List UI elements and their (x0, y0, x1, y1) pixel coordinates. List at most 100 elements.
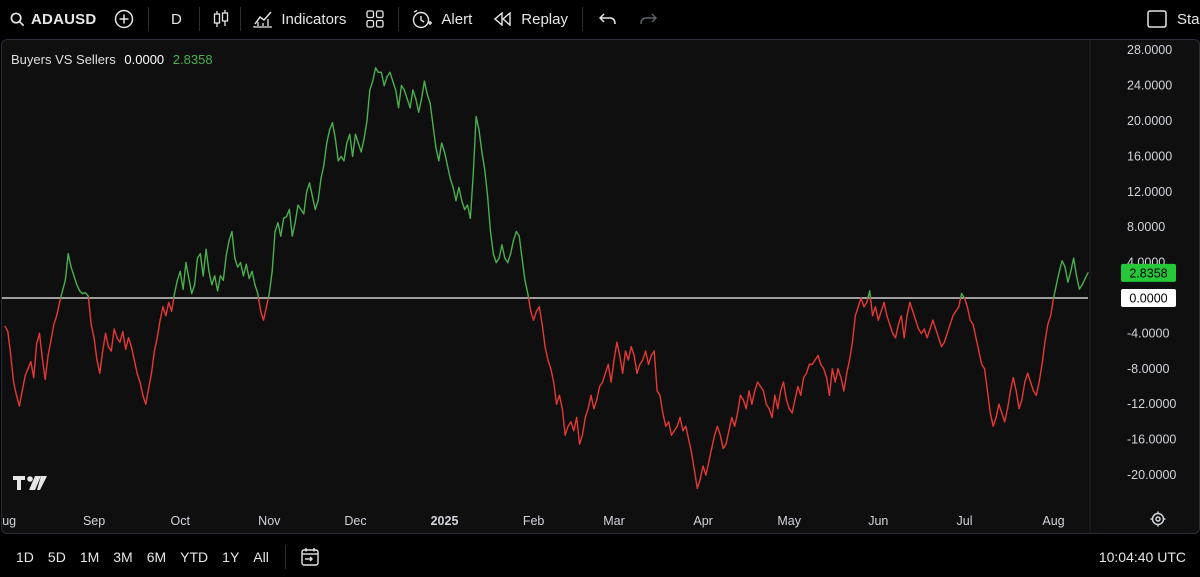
series-segment (33, 343, 38, 379)
range-1d[interactable]: 1D (16, 549, 34, 565)
chart-type-button[interactable] (212, 0, 230, 38)
series-segment (869, 297, 874, 317)
series-segment (515, 230, 520, 237)
series-segment (894, 323, 900, 339)
series-segment (188, 277, 193, 295)
series-segment (848, 341, 854, 361)
series-segment (104, 332, 110, 348)
series-segment (93, 337, 98, 361)
price-badges: 2.8358 0.0000 (1121, 263, 1176, 307)
alert-button[interactable]: Alert (411, 0, 472, 38)
series-segment (736, 394, 742, 414)
series-segment (986, 390, 992, 414)
series-segment (1021, 381, 1026, 401)
series-segment (432, 124, 437, 149)
y-tick-label: -12.0000 (1127, 397, 1176, 411)
x-axis[interactable]: Aug Sep Oct Nov Dec 2025 Feb Mar Apr May Jun Jul Aug (2, 514, 1065, 528)
tradingview-logo[interactable] (13, 475, 47, 496)
series-segment (937, 337, 943, 348)
series-segment (935, 328, 940, 339)
plus-circle-icon (115, 9, 134, 29)
symbol-search[interactable]: ADAUSD (10, 0, 96, 38)
undo-button[interactable] (598, 0, 617, 38)
toolbar-divider (284, 545, 286, 569)
range-6m[interactable]: 6M (147, 549, 166, 565)
series-segment (914, 319, 920, 330)
series-segment (394, 89, 400, 109)
series-segment (857, 297, 862, 308)
search-icon (10, 12, 25, 26)
range-ytd[interactable]: YTD (180, 549, 208, 565)
series-segment (909, 301, 914, 312)
series-segment (99, 350, 104, 374)
series-segment (179, 270, 184, 290)
tradingview-logo-icon (13, 476, 47, 490)
series-segment (716, 425, 721, 436)
x-tick-label: Mar (603, 514, 625, 528)
series-segment (4, 325, 9, 333)
chart-settings-button[interactable] (1150, 511, 1166, 532)
series-segment (372, 67, 377, 82)
series-segment (713, 425, 719, 436)
indicators-button[interactable]: Indicators (253, 0, 346, 38)
chart-panel[interactable]: 28.0000 24.0000 20.0000 16.0000 12.0000 8.000… (1, 39, 1200, 534)
utc-clock[interactable]: 10:04:40 UTC (1099, 549, 1186, 565)
series-segment (685, 425, 690, 441)
series-segment (7, 330, 12, 357)
series-segment (756, 381, 762, 388)
series-segment (834, 368, 839, 383)
indicator-legend[interactable]: Buyers VS Sellers 0.0000 2.8358 (11, 52, 213, 67)
x-tick-label: Nov (258, 514, 281, 528)
range-5d[interactable]: 5D (48, 549, 66, 565)
zero-value-text: 0.0000 (1129, 292, 1167, 306)
series-segment (1012, 376, 1017, 392)
series-segment (584, 407, 589, 419)
series-segment (234, 257, 239, 268)
replay-button[interactable]: Replay (494, 0, 568, 38)
redo-button[interactable] (639, 0, 657, 38)
series-segment (369, 80, 374, 91)
series-segment (578, 434, 584, 445)
series-segment (150, 350, 156, 374)
chart-svg[interactable]: 28.0000 24.0000 20.0000 16.0000 12.0000 8.000… (2, 40, 1199, 533)
series-segment (524, 279, 529, 295)
x-tick-label: Sep (83, 514, 105, 528)
series-segment (843, 372, 848, 392)
series-segment (676, 416, 681, 428)
symbol-label: ADAUSD (31, 10, 97, 28)
series-segment (265, 297, 270, 308)
range-all[interactable]: All (253, 549, 269, 565)
series-segment (317, 177, 322, 202)
interval-button[interactable]: D (163, 0, 189, 38)
series-segment (512, 230, 518, 242)
series-segment (262, 306, 268, 321)
range-1y[interactable]: 1Y (222, 549, 239, 565)
series-segment (710, 434, 716, 450)
series-segment (708, 447, 713, 463)
toolbar-divider (199, 7, 201, 31)
series-segment (320, 164, 325, 180)
series-segment (153, 337, 158, 352)
range-1m[interactable]: 1M (80, 549, 99, 565)
series-segment (1078, 284, 1083, 290)
y-tick-label: 12.0000 (1127, 185, 1172, 199)
series-segment (975, 337, 980, 352)
series-segment (1003, 407, 1009, 423)
x-tick-label: Apr (693, 514, 712, 528)
series-segment (1029, 381, 1035, 392)
fullscreen-toggle[interactable]: Sta (1147, 0, 1200, 38)
compare-button[interactable] (114, 0, 134, 38)
series-segment (435, 146, 440, 162)
alert-label: Alert (441, 10, 473, 28)
y-axis[interactable]: 28.0000 24.0000 20.0000 16.0000 12.0000 8.000… (1089, 40, 1176, 533)
toolbar-divider (398, 7, 400, 31)
series-segment (90, 323, 95, 339)
series-segment (699, 465, 704, 481)
goto-date-button[interactable] (300, 547, 320, 567)
layouts-button[interactable] (366, 0, 385, 38)
y-tick-label: -20.0000 (1127, 468, 1176, 482)
series-segment (87, 297, 92, 326)
series-segment (547, 359, 552, 370)
series-segment (570, 421, 575, 432)
range-3m[interactable]: 3M (113, 549, 132, 565)
